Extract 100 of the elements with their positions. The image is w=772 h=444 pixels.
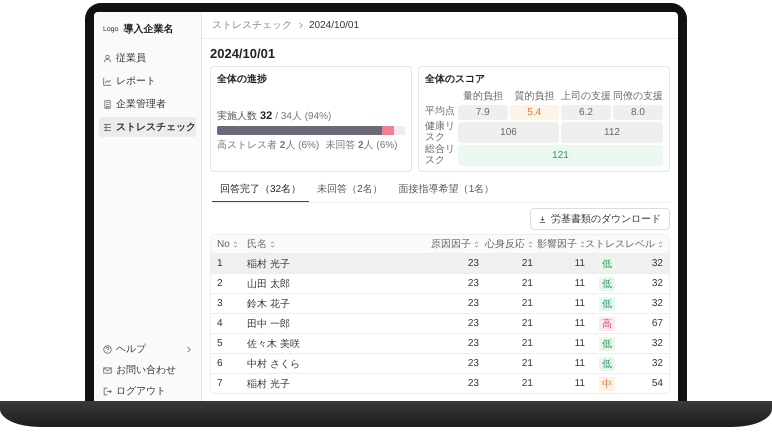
table-cell-text: 稲村 光子: [247, 378, 291, 390]
sidebar-item[interactable]: 企業管理者: [99, 94, 196, 114]
table-cell-text: 5: [217, 338, 224, 349]
column-header[interactable]: 原因因子: [423, 237, 479, 251]
table-cell-text: 7: [217, 378, 224, 389]
table-cell-text: 中村 さくら: [247, 358, 301, 370]
table-cell-text: 11: [574, 278, 585, 289]
score-row-label: 健康リスク: [425, 122, 456, 143]
column-header[interactable]: 心身反応: [479, 237, 533, 251]
score-cell: 121: [458, 145, 663, 166]
column-header[interactable]: 影響因子: [533, 237, 585, 251]
download-button[interactable]: 労基書類のダウンロード: [530, 208, 670, 230]
score-column-header: 上司の支援: [561, 90, 611, 103]
tab[interactable]: 未回答（2名）: [309, 178, 391, 202]
table-cell-text: 6: [217, 358, 224, 369]
progress-count: 32: [260, 110, 272, 122]
card-title: 全体のスコア: [425, 72, 486, 86]
legend-text: 高ストレス者 2人 (6%): [217, 138, 320, 152]
column-header[interactable]: No: [217, 238, 247, 250]
table-cell-text: 23: [466, 338, 479, 349]
table-cell-text: 21: [520, 298, 533, 309]
table-row[interactable]: 7 稲村 光子 23 21 11 中 54: [211, 373, 669, 393]
table-cell: 67: [652, 318, 663, 329]
list-icon: [103, 122, 112, 132]
table-cell-text: 稲村 光子: [247, 258, 291, 270]
breadcrumb-item[interactable]: ストレスチェック: [212, 18, 292, 32]
progress-label: 実施人数: [217, 110, 257, 123]
sidebar-item-label: レポート: [116, 75, 156, 88]
table-cell-text: 11: [574, 318, 585, 329]
table-cell-text: 21: [520, 338, 533, 349]
line-chart-icon: [103, 76, 112, 86]
sort-icon: [528, 240, 533, 248]
score-row-label: 総合リスク: [425, 145, 456, 166]
table-cell-text: 11: [574, 338, 585, 349]
legend-text: 未回答 2人 (6%): [325, 138, 398, 152]
table-cell-text: 23: [466, 318, 479, 329]
table-cell: 54: [652, 378, 663, 389]
score-cell: 5.4: [510, 105, 559, 120]
progress-total: / 34人 (94%): [275, 110, 332, 123]
building-icon: [103, 100, 112, 108]
stress-level-badge: 低: [599, 356, 615, 370]
table-row[interactable]: 1 稲村 光子 23 21 11 低 32: [211, 253, 669, 273]
table-row[interactable]: 2 山田 太郎 23 21 11 低 32: [211, 273, 669, 293]
table-row[interactable]: 3 鈴木 花子 23 21 11 低 32: [211, 293, 669, 313]
stress-level-badge: 低: [599, 296, 615, 310]
score-cell: 8.0: [613, 105, 663, 120]
stress-level-badge: 高: [599, 316, 615, 330]
table-cell-text: 23: [466, 278, 479, 289]
sidebar-link[interactable]: ログアウト: [99, 381, 196, 401]
table-cell-text: 21: [520, 318, 533, 329]
table-cell-text: 21: [520, 258, 533, 269]
table-cell-text: 鈴木 花子: [247, 298, 291, 310]
sidebar-item-label: ストレスチェック: [116, 121, 196, 134]
sidebar-link-label: ログアウト: [116, 385, 167, 398]
score-cell: 6.2: [561, 105, 611, 120]
tab[interactable]: 面接指導希望（1名）: [390, 178, 502, 202]
table-cell-text: 11: [574, 298, 585, 309]
table-cell-text: 4: [217, 318, 224, 329]
download-icon: [539, 216, 546, 222]
sidebar-link-label: ヘルプ: [116, 342, 148, 356]
table-cell-text: 23: [466, 358, 479, 369]
table-cell-text: 山田 太郎: [247, 278, 291, 290]
sidebar-item-label: 従業員: [116, 52, 146, 65]
column-header[interactable]: ストレスレベル: [585, 237, 663, 251]
score-row-label: 平均点: [425, 105, 456, 120]
score-cell: 106: [458, 122, 559, 143]
chevron-right-icon: [185, 346, 192, 352]
sidebar-item[interactable]: 従業員: [99, 48, 196, 68]
mail-icon: [103, 366, 112, 374]
sidebar-item[interactable]: レポート: [99, 71, 196, 91]
table-cell-text: 23: [466, 298, 479, 309]
sort-icon: [580, 240, 585, 248]
table-cell: 32: [652, 278, 663, 289]
table-cell-text: 21: [520, 358, 533, 369]
table-cell-text: 佐々木 美咲: [247, 338, 301, 350]
sort-icon: [474, 240, 479, 248]
column-header[interactable]: 氏名: [247, 237, 423, 251]
table-row[interactable]: 4 田中 一郎 23 21 11 高 67: [211, 313, 669, 333]
score-column-header: 質的負担: [513, 90, 556, 103]
table-cell-text: 3: [217, 298, 224, 309]
table-row[interactable]: 6 中村 さくら 23 21 11 低 32: [211, 353, 669, 373]
sidebar-link[interactable]: お問い合わせ: [99, 360, 196, 380]
table-cell-text: 11: [574, 358, 585, 369]
company-name: 導入企業名: [124, 22, 174, 36]
chevron-right-icon: [297, 22, 304, 28]
breadcrumb-item: 2024/10/01: [309, 20, 360, 30]
sort-icon: [270, 240, 275, 248]
tab[interactable]: 回答完了（32名）: [212, 178, 310, 202]
sidebar-link[interactable]: ヘルプ: [99, 339, 196, 359]
sidebar-item[interactable]: ストレスチェック: [99, 117, 196, 137]
stress-level-badge: 低: [599, 276, 615, 290]
table-cell-text: 21: [520, 378, 533, 389]
table-cell: 32: [652, 298, 663, 309]
table-cell-text: 11: [574, 378, 585, 389]
table-cell-text: 1: [217, 258, 224, 269]
card-title: 全体の進捗: [217, 72, 268, 86]
table-row[interactable]: 5 佐々木 美咲 23 21 11 低 32: [211, 333, 669, 353]
table-cell: 32: [652, 258, 663, 269]
sidebar-link-label: お問い合わせ: [116, 364, 177, 377]
score-column-header: 量的負担: [462, 90, 504, 103]
